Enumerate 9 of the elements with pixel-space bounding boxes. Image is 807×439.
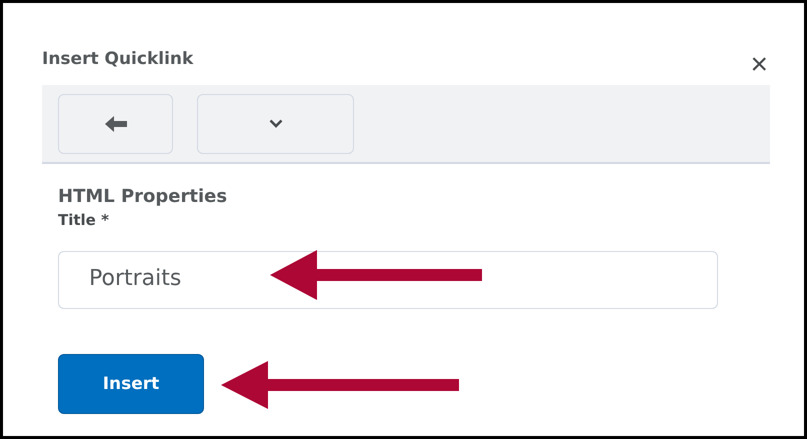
- back-button[interactable]: [58, 94, 173, 154]
- field-label: Title *: [58, 211, 110, 229]
- chevron-down-icon: [268, 119, 282, 128]
- insert-button[interactable]: Insert: [58, 354, 204, 414]
- dialog-title: Insert Quicklink: [42, 49, 194, 69]
- section-heading: HTML Properties: [58, 186, 228, 207]
- title-field[interactable]: Portraits: [58, 251, 718, 309]
- close-button[interactable]: ×: [750, 50, 768, 80]
- back-arrow-icon: [104, 116, 126, 132]
